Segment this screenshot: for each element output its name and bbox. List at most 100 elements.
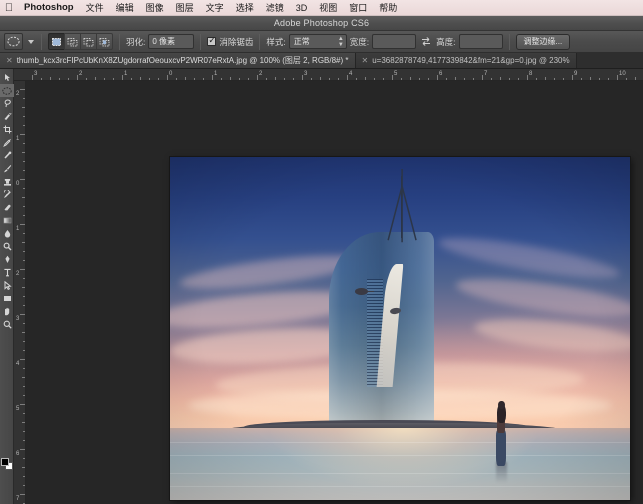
swap-width-height-icon[interactable] <box>419 35 433 49</box>
woman-skirt <box>496 430 506 466</box>
menu-item-type[interactable]: 文字 <box>200 0 230 16</box>
add-to-selection-button[interactable] <box>64 33 81 50</box>
selection-mode-group <box>48 33 113 50</box>
crop-tool[interactable] <box>0 123 14 136</box>
quick-selection-tool[interactable] <box>0 110 14 123</box>
intersect-selection-button[interactable] <box>96 33 113 50</box>
eraser-tool[interactable] <box>0 201 14 214</box>
ruler-label: 8 <box>529 71 532 77</box>
close-icon[interactable]: ✕ <box>6 56 13 65</box>
image-canvas[interactable] <box>170 157 630 500</box>
document-tab-1[interactable]: ✕ thumb_kcx3rcFIPcUbKnX8ZUgdorrafOeouxcv… <box>0 53 356 68</box>
move-tool[interactable] <box>0 71 14 84</box>
ruler-label: 4 <box>16 361 19 367</box>
ruler-label: 1 <box>124 71 127 77</box>
options-divider-4 <box>259 34 260 50</box>
healing-brush-tool[interactable] <box>0 149 14 162</box>
document-tab-2-label: u=3682878749,4177339842&fm=21&gp=0.jpg @… <box>372 56 569 65</box>
blur-drop-tool[interactable] <box>0 227 14 240</box>
pen-tool[interactable] <box>0 253 14 266</box>
apple-logo-icon[interactable]:  <box>0 0 18 16</box>
vertical-ruler[interactable]: 2101234567 <box>14 81 26 504</box>
history-brush-tool[interactable] <box>0 188 14 201</box>
feather-label: 羽化: <box>126 36 145 48</box>
close-icon[interactable]: ✕ <box>362 56 369 65</box>
dodge-tool[interactable] <box>0 240 14 253</box>
options-divider-2 <box>119 34 120 50</box>
horizontal-ruler[interactable]: 321012345678910 <box>14 69 643 81</box>
ruler-label: 2 <box>79 71 82 77</box>
antialias-label: 消除锯齿 <box>219 36 253 48</box>
ruler-label: 2 <box>16 271 19 277</box>
marquee-tool[interactable] <box>0 84 14 97</box>
width-label: 宽度: <box>350 36 369 48</box>
ruler-label: 1 <box>214 71 217 77</box>
brush-tool[interactable] <box>0 162 14 175</box>
menu-item-help[interactable]: 帮助 <box>373 0 403 16</box>
style-select-value: 正常 <box>294 36 310 47</box>
burj-al-arab-tower <box>329 232 435 428</box>
zoom-tool[interactable] <box>0 318 14 331</box>
toolbox <box>0 69 14 504</box>
document-tab-bar: ✕ thumb_kcx3rcFIPcUbKnX8ZUgdorrafOeouxcv… <box>0 53 643 69</box>
ruler-label: 3 <box>304 71 307 77</box>
width-input[interactable] <box>372 34 416 49</box>
menu-item-3d[interactable]: 3D <box>290 0 314 16</box>
path-selection-tool[interactable] <box>0 279 14 292</box>
new-selection-button[interactable] <box>48 33 65 50</box>
gradient-tool[interactable] <box>0 214 14 227</box>
chevron-updown-icon: ▲▼ <box>338 36 344 48</box>
options-divider-5 <box>509 34 510 50</box>
type-tool[interactable] <box>0 266 14 279</box>
menu-item-edit[interactable]: 编辑 <box>110 0 140 16</box>
menu-item-layer[interactable]: 图层 <box>170 0 200 16</box>
ruler-label: 2 <box>16 91 19 97</box>
height-input[interactable] <box>459 34 503 49</box>
photoshop-window:  Photoshop 文件 编辑 图像 图层 文字 选择 滤镜 3D 视图 窗… <box>0 0 643 504</box>
eyedropper-tool[interactable] <box>0 136 14 149</box>
tab-bar-filler <box>577 53 643 68</box>
foreground-background-color-swatch[interactable] <box>1 458 13 470</box>
foreground-color-swatch[interactable] <box>1 458 9 466</box>
lasso-tool[interactable] <box>0 97 14 110</box>
ruler-label: 5 <box>16 406 19 412</box>
menu-item-select[interactable]: 选择 <box>230 0 260 16</box>
ruler-label: 2 <box>259 71 262 77</box>
style-select[interactable]: 正常 ▲▼ <box>289 34 347 49</box>
menu-item-filter[interactable]: 滤镜 <box>260 0 290 16</box>
menu-item-image[interactable]: 图像 <box>140 0 170 16</box>
ruler-label: 6 <box>439 71 442 77</box>
sea-ripple <box>170 486 630 487</box>
antialias-checkbox[interactable]: 消除锯齿 <box>207 36 253 48</box>
sea-ripple <box>170 455 630 456</box>
hand-tool[interactable] <box>0 305 14 318</box>
ruler-label: 0 <box>169 71 172 77</box>
ruler-label: 10 <box>619 71 626 77</box>
options-divider-1 <box>41 34 42 50</box>
menu-item-window[interactable]: 窗口 <box>343 0 373 16</box>
menu-item-view[interactable]: 视图 <box>313 0 343 16</box>
ruler-label: 0 <box>16 181 19 187</box>
chevron-down-icon[interactable] <box>26 33 35 50</box>
elliptical-marquee-icon[interactable] <box>4 33 23 50</box>
canvas-work-area[interactable] <box>26 81 643 504</box>
ruler-label: 4 <box>349 71 352 77</box>
document-tab-1-label: thumb_kcx3rcFIPcUbKnX8ZUgdorrafOeouxcvP2… <box>17 55 349 66</box>
title-bar: Adobe Photoshop CS6 <box>0 16 643 31</box>
ruler-label: 3 <box>16 316 19 322</box>
ruler-label: 9 <box>574 71 577 77</box>
ruler-label: 6 <box>16 451 19 457</box>
menu-item-photoshop[interactable]: Photoshop <box>18 0 80 16</box>
menu-item-file[interactable]: 文件 <box>80 0 110 16</box>
checkbox-check-icon <box>207 37 216 46</box>
sea-ripple <box>170 473 630 474</box>
document-tab-2[interactable]: ✕ u=3682878749,4177339842&fm=21&gp=0.jpg… <box>356 53 577 68</box>
feather-input[interactable]: 0 像素 <box>148 34 194 49</box>
rectangle-shape-tool[interactable] <box>0 292 14 305</box>
menu-bar:  Photoshop 文件 编辑 图像 图层 文字 选择 滤镜 3D 视图 窗… <box>0 0 643 16</box>
woman-head <box>498 401 504 409</box>
ruler-label: 1 <box>16 226 19 232</box>
clone-stamp-tool[interactable] <box>0 175 14 188</box>
subtract-from-selection-button[interactable] <box>80 33 97 50</box>
refine-edge-button[interactable]: 调整边缘... <box>516 34 571 50</box>
